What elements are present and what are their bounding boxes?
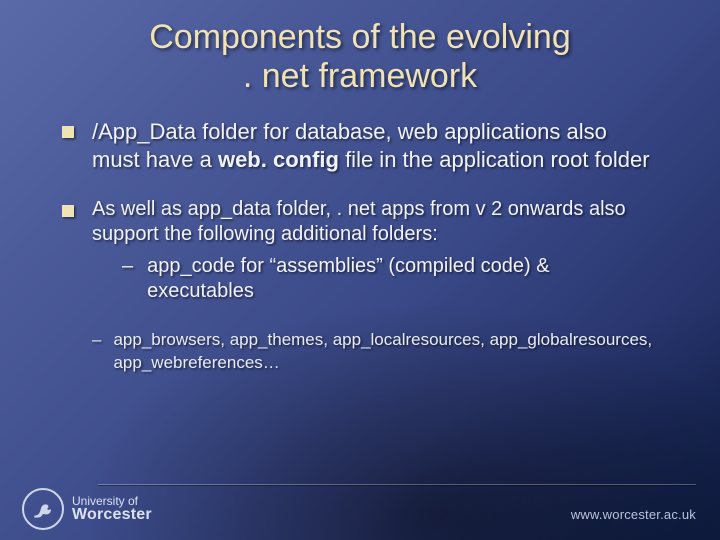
swan-icon bbox=[30, 496, 56, 522]
bullet-1-part-b: file in the application root folder bbox=[339, 147, 650, 172]
bullet-2-sublist: – app_code for “assemblies” (compiled co… bbox=[92, 254, 660, 305]
slide-title: Components of the evolving . net framewo… bbox=[0, 0, 720, 96]
bullet-2-sub-2: – app_browsers, app_themes, app_localres… bbox=[62, 329, 660, 375]
bullet-2-sub-2-text: app_browsers, app_themes, app_localresou… bbox=[113, 329, 660, 375]
square-bullet-icon bbox=[62, 205, 74, 217]
slide-footer: University of Worcester www.worcester.ac… bbox=[0, 476, 720, 540]
logo-roundel-icon bbox=[22, 488, 64, 530]
footer-url: www.worcester.ac.uk bbox=[571, 507, 696, 522]
logo-line-2: Worcester bbox=[72, 507, 152, 523]
bullet-2-text: As well as app_data folder, . net apps f… bbox=[92, 197, 660, 307]
title-line-1: Components of the evolving bbox=[149, 18, 570, 56]
footer-divider bbox=[98, 484, 696, 486]
bullet-1-bold: web. config bbox=[218, 147, 339, 172]
bullet-2-main: As well as app_data folder, . net apps f… bbox=[92, 198, 626, 246]
university-logo: University of Worcester bbox=[22, 488, 152, 530]
bullet-2-sub-1-text: app_code for “assemblies” (compiled code… bbox=[147, 254, 660, 305]
dash-bullet-icon: – bbox=[92, 329, 101, 375]
bullet-1-text: /App_Data folder for database, web appli… bbox=[92, 118, 660, 174]
bullet-2-sub-1: – app_code for “assemblies” (compiled co… bbox=[122, 254, 660, 305]
title-line-2: . net framework bbox=[243, 57, 477, 95]
bullet-2: As well as app_data folder, . net apps f… bbox=[62, 197, 660, 307]
slide-body: /App_Data folder for database, web appli… bbox=[0, 96, 720, 375]
dash-bullet-icon: – bbox=[122, 254, 133, 305]
bullet-1: /App_Data folder for database, web appli… bbox=[62, 118, 660, 174]
logo-text: University of Worcester bbox=[72, 495, 152, 524]
square-bullet-icon bbox=[62, 126, 74, 138]
